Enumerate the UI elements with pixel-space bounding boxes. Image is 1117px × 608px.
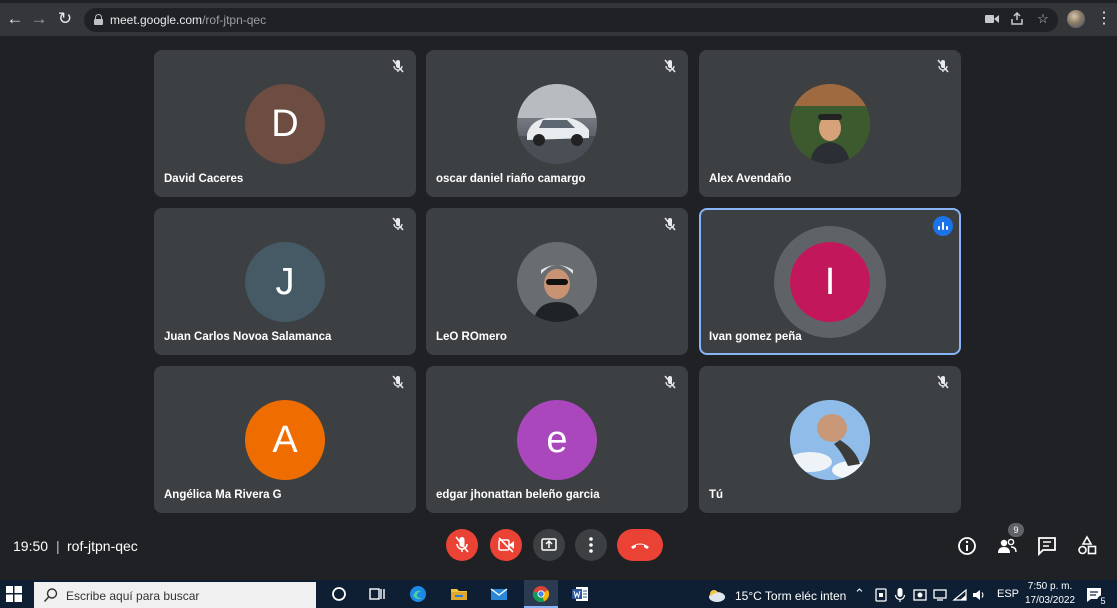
weather-storm-icon[interactable] <box>707 586 727 606</box>
mic-off-icon <box>392 217 404 231</box>
participant-name: edgar jhonattan beleño garcia <box>436 489 600 501</box>
cortana-icon[interactable] <box>329 584 349 604</box>
leave-call-button[interactable] <box>617 529 663 561</box>
meet-present-tray-icon[interactable] <box>874 587 888 603</box>
mic-off-icon <box>664 375 676 389</box>
participant-avatar: D <box>245 84 325 164</box>
microphone-icon[interactable] <box>893 587 907 603</box>
camera-share-icon[interactable] <box>912 587 928 603</box>
chat-icon[interactable] <box>1036 535 1058 557</box>
windows-start-icon[interactable] <box>6 586 22 602</box>
person-photo <box>790 84 870 164</box>
self-photo <box>790 400 870 480</box>
participant-name: Angélica Ma Rivera G <box>164 489 282 501</box>
chrome-browser-icon[interactable] <box>531 584 551 604</box>
language-indicator[interactable]: ESP <box>997 588 1019 600</box>
more-options-button[interactable] <box>575 529 607 561</box>
network-adapter-icon[interactable] <box>932 587 948 603</box>
url-domain: meet.google.com <box>110 13 203 27</box>
file-explorer-icon[interactable] <box>449 584 469 604</box>
wifi-icon[interactable] <box>952 587 968 603</box>
mail-icon[interactable] <box>489 584 509 604</box>
people-count-badge: 9 <box>1008 523 1024 537</box>
chevron-up-icon[interactable]: ⌃ <box>854 586 865 602</box>
edge-browser-icon[interactable] <box>408 584 428 604</box>
participant-tile[interactable]: oscar daniel riaño camargo <box>426 50 688 197</box>
meeting-code: rof-jtpn-qec <box>67 538 138 554</box>
participant-photo <box>517 84 597 164</box>
taskbar-time[interactable]: 7:50 p. m. <box>1026 581 1074 592</box>
participant-avatar: A <box>245 400 325 480</box>
participant-tile[interactable]: e edgar jhonattan beleño garcia <box>426 366 688 513</box>
hang-up-icon <box>631 543 649 549</box>
mic-off-icon <box>664 217 676 231</box>
url-text[interactable]: meet.google.com/rof-jtpn-qec <box>110 13 266 27</box>
tab-strip-edge <box>0 0 1117 3</box>
forward-arrow-icon[interactable]: → <box>28 8 50 30</box>
camera-off-icon <box>498 537 514 553</box>
participant-name: LeO ROmero <box>436 331 507 343</box>
audio-level-icon <box>933 216 953 236</box>
mic-toggle-button[interactable] <box>446 529 478 561</box>
mic-off-icon <box>664 59 676 73</box>
mic-off-icon <box>455 536 469 553</box>
taskbar-search-box[interactable]: Escribe aquí para buscar <box>34 582 316 608</box>
person-photo <box>517 242 597 322</box>
address-bar[interactable]: meet.google.com/rof-jtpn-qec <box>84 8 1058 32</box>
people-icon[interactable] <box>996 535 1018 557</box>
more-vert-icon <box>589 537 593 553</box>
notification-count: 5 <box>1097 595 1109 607</box>
participant-name: Ivan gomez peña <box>709 331 802 343</box>
participant-tile[interactable]: J Juan Carlos Novoa Salamanca <box>154 208 416 355</box>
browser-toolbar: ← → ↻ meet.google.com/rof-jtpn-qec ☆ ⋮ <box>0 0 1117 36</box>
mic-off-icon <box>392 375 404 389</box>
participant-name: Juan Carlos Novoa Salamanca <box>164 331 332 343</box>
task-view-icon[interactable] <box>367 584 387 604</box>
bookmark-star-icon[interactable]: ☆ <box>1033 9 1053 29</box>
participant-tile[interactable]: A Angélica Ma Rivera G <box>154 366 416 513</box>
participant-avatar: J <box>245 242 325 322</box>
share-icon[interactable] <box>1007 9 1027 29</box>
mic-off-icon <box>937 59 949 73</box>
participant-name: Alex Avendaño <box>709 173 792 185</box>
activities-icon[interactable] <box>1076 535 1098 557</box>
participant-tile[interactable]: D David Caceres <box>154 50 416 197</box>
present-screen-icon <box>541 538 557 551</box>
meeting-time: 19:50 <box>13 538 49 554</box>
car-photo <box>517 84 597 164</box>
participant-photo <box>517 242 597 322</box>
present-screen-button[interactable] <box>533 529 565 561</box>
camera-toggle-button[interactable] <box>490 529 522 561</box>
lock-icon[interactable] <box>94 14 103 25</box>
participant-tile-self[interactable]: Tú <box>699 366 961 513</box>
mic-off-icon <box>392 59 404 73</box>
participant-tile-speaking[interactable]: I Ivan gomez peña <box>699 208 961 355</box>
participant-name: oscar daniel riaño camargo <box>436 173 586 185</box>
meeting-details-icon[interactable] <box>956 535 978 557</box>
profile-avatar[interactable] <box>1067 10 1085 28</box>
browser-menu-icon[interactable]: ⋮ <box>1096 9 1112 29</box>
weather-text[interactable]: 15°C Torm eléc inten <box>735 589 846 603</box>
participant-tile[interactable]: LeO ROmero <box>426 208 688 355</box>
participant-name: Tú <box>709 489 724 501</box>
word-icon[interactable] <box>570 584 590 604</box>
back-arrow-icon[interactable]: ← <box>4 8 26 30</box>
participant-avatar: I <box>790 242 870 322</box>
participant-photo <box>790 400 870 480</box>
mic-off-icon <box>937 375 949 389</box>
participant-name: David Caceres <box>164 173 244 185</box>
volume-icon[interactable] <box>971 587 987 603</box>
participant-avatar: e <box>517 400 597 480</box>
participant-tile[interactable]: Alex Avendaño <box>699 50 961 197</box>
search-placeholder: Escribe aquí para buscar <box>66 589 200 603</box>
taskbar-date[interactable]: 17/03/2022 <box>1021 595 1079 606</box>
camera-icon[interactable] <box>982 9 1002 29</box>
meeting-info-separator: | <box>56 538 60 554</box>
url-path: /rof-jtpn-qec <box>202 13 267 27</box>
reload-icon[interactable]: ↻ <box>54 8 76 30</box>
search-icon <box>43 588 58 603</box>
participant-photo <box>790 84 870 164</box>
